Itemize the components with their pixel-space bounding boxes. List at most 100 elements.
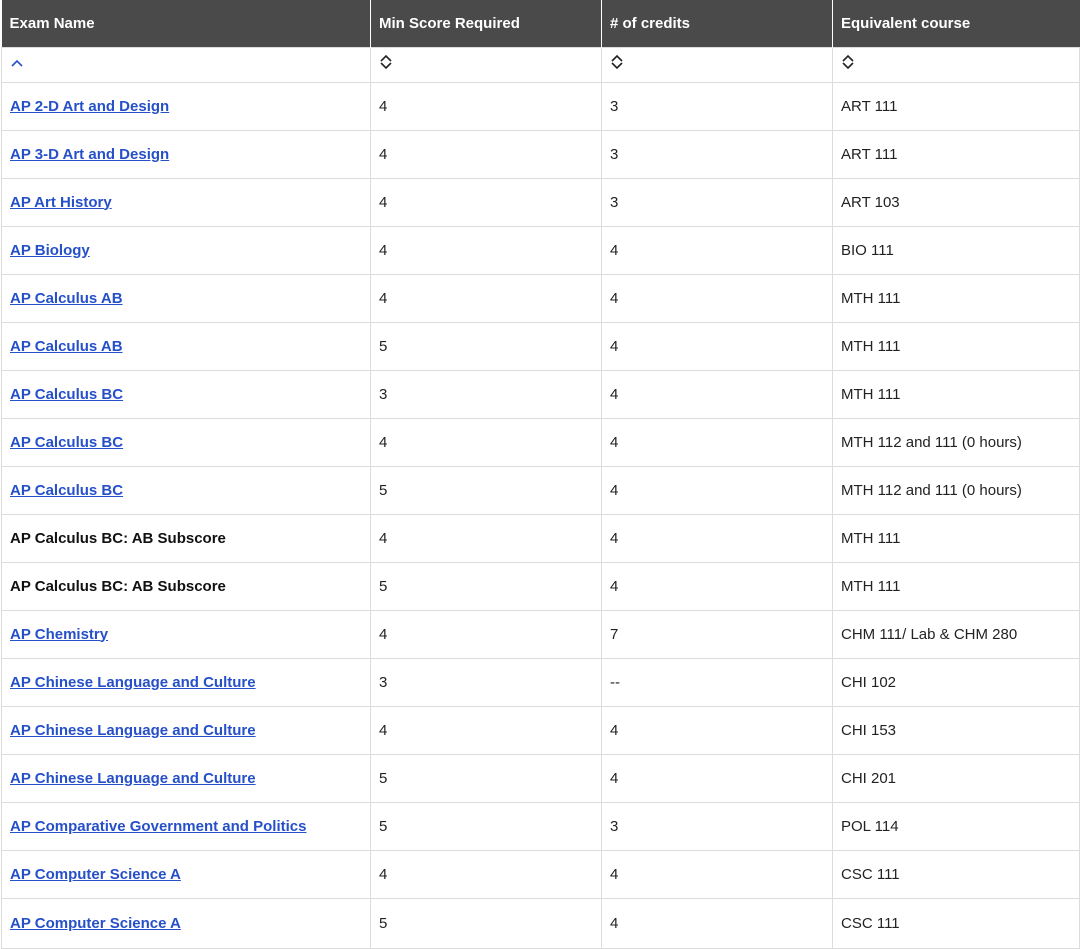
column-header-min-score[interactable]: Min Score Required [370,0,602,47]
exam-name-cell: AP Calculus BC: AB Subscore [1,513,371,563]
min-score-cell: 4 [370,225,602,275]
credits-cell: 4 [601,321,833,371]
exam-link[interactable]: AP Chinese Language and Culture [10,674,256,691]
equivalent-course-cell: MTH 112 and 111 (0 hours) [832,417,1080,467]
credits-cell: -- [601,657,833,707]
exam-name-cell: AP Computer Science A [1,849,371,899]
exam-name-cell: AP Chinese Language and Culture [1,753,371,803]
min-score-cell: 5 [370,465,602,515]
min-score-cell: 4 [370,513,602,563]
table-row: AP Comparative Government and Politics 5 3… [1,801,1080,851]
exam-link[interactable]: AP Calculus BC [10,482,123,499]
equivalent-course-cell: MTH 111 [832,321,1080,371]
exam-name-cell: AP Chinese Language and Culture [1,657,371,707]
credits-cell: 3 [601,177,833,227]
sort-both-icon[interactable] [379,54,393,75]
sort-controls-row [1,46,1080,83]
credits-cell: 4 [601,897,833,949]
exam-link[interactable]: AP Computer Science A [10,866,181,883]
sort-both-icon[interactable] [610,54,624,75]
equivalent-course-cell: CSC 111 [832,849,1080,899]
credits-cell: 7 [601,609,833,659]
credits-cell: 4 [601,369,833,419]
exam-name-text: AP Calculus BC: AB Subscore [10,577,226,595]
exam-link[interactable]: AP Comparative Government and Politics [10,818,306,835]
sort-ascending-icon[interactable] [10,55,24,73]
exam-name-cell: AP Calculus BC [1,465,371,515]
min-score-cell: 4 [370,849,602,899]
credits-cell: 3 [601,81,833,131]
exam-link[interactable]: AP 3-D Art and Design [10,146,169,163]
min-score-cell: 5 [370,321,602,371]
exam-name-text: AP Calculus BC: AB Subscore [10,529,226,547]
exam-name-cell: AP 2-D Art and Design [1,81,371,131]
min-score-cell: 4 [370,417,602,467]
table-row: AP Computer Science A 4 4 CSC 111 [1,849,1080,899]
exam-name-cell: AP Calculus AB [1,321,371,371]
exam-name-cell: AP 3-D Art and Design [1,129,371,179]
exam-link[interactable]: AP Chinese Language and Culture [10,722,256,739]
column-header-credits[interactable]: # of credits [601,0,833,47]
table-row: AP Calculus AB 4 4 MTH 111 [1,273,1080,323]
credits-cell: 4 [601,561,833,611]
equivalent-course-cell: MTH 111 [832,513,1080,563]
min-score-cell: 3 [370,657,602,707]
table-row: AP Calculus AB 5 4 MTH 111 [1,321,1080,371]
table-header-row: Exam Name Min Score Required # of credit… [1,0,1080,47]
credits-cell: 4 [601,705,833,755]
credits-cell: 4 [601,753,833,803]
credits-cell: 4 [601,225,833,275]
min-score-cell: 5 [370,561,602,611]
exam-name-cell: AP Calculus BC [1,417,371,467]
equivalent-course-cell: MTH 111 [832,369,1080,419]
exam-name-cell: AP Biology [1,225,371,275]
exam-link[interactable]: AP Chemistry [10,626,108,643]
table-row: AP Art History 4 3 ART 103 [1,177,1080,227]
column-header-exam-name[interactable]: Exam Name [1,0,371,47]
equivalent-course-cell: CHM 111/ Lab & CHM 280 [832,609,1080,659]
credits-cell: 4 [601,513,833,563]
table-row: AP Biology 4 4 BIO 111 [1,225,1080,275]
exam-link[interactable]: AP Biology [10,242,90,259]
exam-name-cell: AP Computer Science A [1,897,371,949]
exam-link[interactable]: AP Computer Science A [10,915,181,932]
exam-link[interactable]: AP Calculus BC [10,434,123,451]
sort-cell-exam-name [1,46,371,83]
table-row: AP Calculus BC 5 4 MTH 112 and 111 (0 hours… [1,465,1080,515]
exam-link[interactable]: AP Chinese Language and Culture [10,770,256,787]
min-score-cell: 4 [370,705,602,755]
equivalent-course-cell: POL 114 [832,801,1080,851]
table-row: AP Calculus BC: AB Subscore 4 4 MTH 111 [1,513,1080,563]
exam-name-cell: AP Chinese Language and Culture [1,705,371,755]
credits-cell: 4 [601,849,833,899]
equivalent-course-cell: ART 103 [832,177,1080,227]
min-score-cell: 4 [370,129,602,179]
min-score-cell: 4 [370,81,602,131]
min-score-cell: 5 [370,897,602,949]
equivalent-course-cell: ART 111 [832,129,1080,179]
column-header-equivalent-course[interactable]: Equivalent course [832,0,1080,47]
table-row: AP Calculus BC 4 4 MTH 112 and 111 (0 hours… [1,417,1080,467]
sort-both-icon[interactable] [841,54,855,75]
equivalent-course-cell: BIO 111 [832,225,1080,275]
table-row: AP Chinese Language and Culture 4 4 CHI 153 [1,705,1080,755]
equivalent-course-cell: MTH 111 [832,273,1080,323]
sort-cell-equivalent-course [832,46,1080,83]
exam-link[interactable]: AP Calculus AB [10,338,123,355]
credits-cell: 4 [601,465,833,515]
exam-name-cell: AP Calculus BC [1,369,371,419]
exam-link[interactable]: AP 2-D Art and Design [10,98,169,115]
min-score-cell: 5 [370,753,602,803]
exam-link[interactable]: AP Art History [10,194,112,211]
equivalent-course-cell: CHI 201 [832,753,1080,803]
min-score-cell: 4 [370,273,602,323]
min-score-cell: 4 [370,609,602,659]
exam-link[interactable]: AP Calculus BC [10,386,123,403]
credits-cell: 4 [601,417,833,467]
equivalent-course-cell: MTH 111 [832,561,1080,611]
exam-link[interactable]: AP Calculus AB [10,290,123,307]
equivalent-course-cell: CHI 153 [832,705,1080,755]
exam-name-cell: AP Art History [1,177,371,227]
table-row: AP Chinese Language and Culture 3 -- CHI 10… [1,657,1080,707]
exam-credit-table: Exam Name Min Score Required # of credit… [1,0,1080,949]
